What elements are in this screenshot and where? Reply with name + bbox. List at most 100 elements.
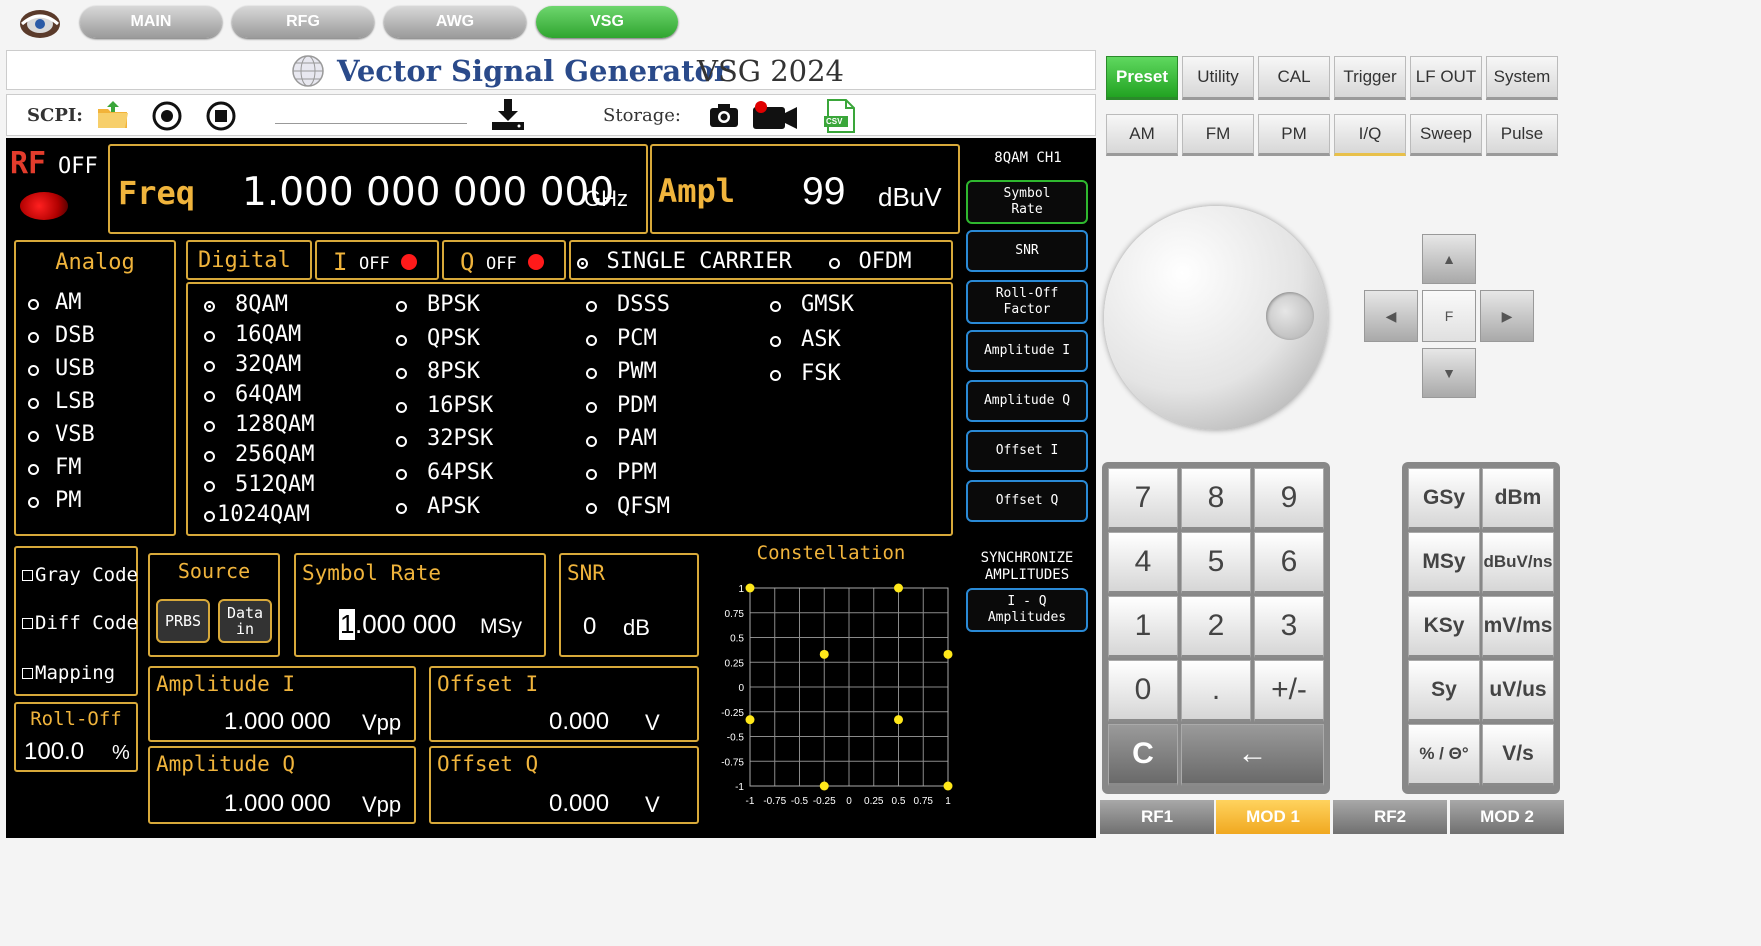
tab-main[interactable]: MAIN [80, 6, 222, 38]
radio-ofdm[interactable]: OFDM [829, 249, 911, 274]
radio-digital-qfsm[interactable]: QFSM [586, 494, 670, 519]
csv-export-icon[interactable]: CSV [822, 98, 858, 134]
i-channel-toggle[interactable]: I OFF [315, 240, 439, 280]
tab-sweep[interactable]: Sweep [1410, 114, 1482, 156]
tab-mod-2[interactable]: MOD 2 [1450, 800, 1564, 834]
radio-digital-64qam[interactable]: 64QAM [204, 382, 301, 407]
tab-mod-1[interactable]: MOD 1 [1216, 800, 1330, 834]
key-0[interactable]: 0 [1108, 660, 1178, 722]
key-2[interactable]: 2 [1181, 596, 1251, 658]
diff-code-checkbox[interactable]: Diff Code [22, 612, 138, 634]
radio-digital-apsk[interactable]: APSK [396, 494, 480, 519]
tab-am[interactable]: AM [1106, 114, 1178, 156]
radio-digital-16psk[interactable]: 16PSK [396, 393, 493, 418]
radio-digital-256qam[interactable]: 256QAM [204, 442, 314, 467]
arrow-down-button[interactable]: ▼ [1422, 348, 1476, 398]
radio-digital-64psk[interactable]: 64PSK [396, 460, 493, 485]
unit-key-ksy[interactable]: KSy [1408, 596, 1480, 658]
prbs-button[interactable]: PRBS [156, 599, 210, 643]
snr-display[interactable]: SNR 0 dB [559, 553, 699, 657]
radio-digital-1024qam[interactable]: 1024QAM [204, 502, 310, 527]
amplitude-i-button[interactable]: Amplitude I [966, 330, 1088, 372]
radio-single-carrier[interactable]: SINGLE CARRIER [577, 249, 792, 274]
gray-code-checkbox[interactable]: Gray Code [22, 564, 138, 586]
unit-key-dbuv-ns[interactable]: dBuV/ns [1482, 532, 1554, 594]
radio-digital-pam[interactable]: PAM [586, 426, 657, 451]
radio-analog-vsb[interactable]: VSB [28, 422, 95, 447]
radio-analog-fm[interactable]: FM [28, 455, 82, 480]
tab-awg[interactable]: AWG [384, 6, 526, 38]
snr-button[interactable]: SNR [966, 230, 1088, 272]
stop-icon[interactable] [205, 100, 237, 132]
rolloff-factor-button[interactable]: Roll-Off Factor [966, 280, 1088, 324]
download-icon[interactable] [489, 97, 527, 133]
arrow-left-button[interactable]: ◀ [1364, 290, 1418, 342]
arrow-right-button[interactable]: ▶ [1480, 290, 1534, 342]
radio-digital-dsss[interactable]: DSSS [586, 292, 670, 317]
tab-rfg[interactable]: RFG [232, 6, 374, 38]
button-lf-out[interactable]: LF OUT [1410, 56, 1482, 100]
offset-i-button[interactable]: Offset I [966, 430, 1088, 472]
tab-pulse[interactable]: Pulse [1486, 114, 1558, 156]
key-7[interactable]: 7 [1108, 468, 1178, 530]
key-9[interactable]: 9 [1254, 468, 1324, 530]
record-icon[interactable] [151, 100, 183, 132]
key-sym10[interactable]: . [1181, 660, 1251, 722]
offset-q-display[interactable]: Offset Q 0.000 V [429, 746, 699, 824]
amplitude-i-display[interactable]: Amplitude I 1.000 000 Vpp [148, 666, 416, 742]
radio-digital-32qam[interactable]: 32QAM [204, 352, 301, 377]
key-clear[interactable]: C [1108, 724, 1178, 786]
tab-i-q[interactable]: I/Q [1334, 114, 1406, 156]
radio-analog-am[interactable]: AM [28, 290, 82, 315]
offset-i-display[interactable]: Offset I 0.000 V [429, 666, 699, 742]
rolloff-display[interactable]: Roll-Off 100.0 % [14, 702, 138, 772]
amplitude-q-display[interactable]: Amplitude Q 1.000 000 Vpp [148, 746, 416, 824]
radio-digital-ask[interactable]: ASK [770, 327, 841, 352]
radio-digital-pcm[interactable]: PCM [586, 326, 657, 351]
radio-analog-lsb[interactable]: LSB [28, 389, 95, 414]
radio-digital-fsk[interactable]: FSK [770, 361, 841, 386]
radio-digital-128qam[interactable]: 128QAM [204, 412, 314, 437]
radio-digital-pwm[interactable]: PWM [586, 359, 657, 384]
unit-key-v-s[interactable]: V/s [1482, 724, 1554, 786]
arrow-up-button[interactable]: ▲ [1422, 234, 1476, 284]
radio-digital-512qam[interactable]: 512QAM [204, 472, 314, 497]
mapping-checkbox[interactable]: Mapping [22, 662, 115, 684]
tab-rf1[interactable]: RF1 [1100, 800, 1214, 834]
camera-icon[interactable] [708, 101, 740, 129]
key-5[interactable]: 5 [1181, 532, 1251, 594]
data-in-button[interactable]: Data in [218, 599, 272, 643]
unit-key-uv-us[interactable]: uV/us [1482, 660, 1554, 722]
tab-vsg[interactable]: VSG [536, 6, 678, 38]
unit-key-sy[interactable]: Sy [1408, 660, 1480, 722]
open-folder-icon[interactable] [95, 99, 131, 131]
unit-key-mv-ms[interactable]: mV/ms [1482, 596, 1554, 658]
tab-fm[interactable]: FM [1182, 114, 1254, 156]
key-4[interactable]: 4 [1108, 532, 1178, 594]
q-channel-toggle[interactable]: Q OFF [442, 240, 566, 280]
symbol-rate-button[interactable]: Symbol Rate [966, 180, 1088, 224]
button-system[interactable]: System [1486, 56, 1558, 100]
unit-key-dbm[interactable]: dBm [1482, 468, 1554, 530]
button-utility[interactable]: Utility [1182, 56, 1254, 100]
key-8[interactable]: 8 [1181, 468, 1251, 530]
freq-display[interactable]: Freq 1.000 000 000 000 GHz [108, 144, 648, 234]
button-trigger[interactable]: Trigger [1334, 56, 1406, 100]
rotary-knob[interactable] [1104, 206, 1328, 430]
radio-analog-dsb[interactable]: DSB [28, 323, 95, 348]
offset-q-button[interactable]: Offset Q [966, 480, 1088, 522]
function-button[interactable]: F [1422, 290, 1476, 342]
radio-digital-gmsk[interactable]: GMSK [770, 292, 854, 317]
symbol-rate-display[interactable]: Symbol Rate 1 .000 000 MSy [294, 553, 546, 657]
radio-digital-bpsk[interactable]: BPSK [396, 292, 480, 317]
tab-digital[interactable]: Digital [186, 240, 312, 280]
radio-analog-usb[interactable]: USB [28, 356, 95, 381]
tab-pm[interactable]: PM [1258, 114, 1330, 156]
tab-rf2[interactable]: RF2 [1333, 800, 1447, 834]
video-record-icon[interactable] [751, 99, 801, 131]
scpi-input[interactable] [275, 123, 467, 124]
radio-digital-ppm[interactable]: PPM [586, 460, 657, 485]
unit-key-gsy[interactable]: GSy [1408, 468, 1480, 530]
ampl-display[interactable]: Ampl 99 dBuV [650, 144, 960, 234]
radio-digital-32psk[interactable]: 32PSK [396, 426, 493, 451]
